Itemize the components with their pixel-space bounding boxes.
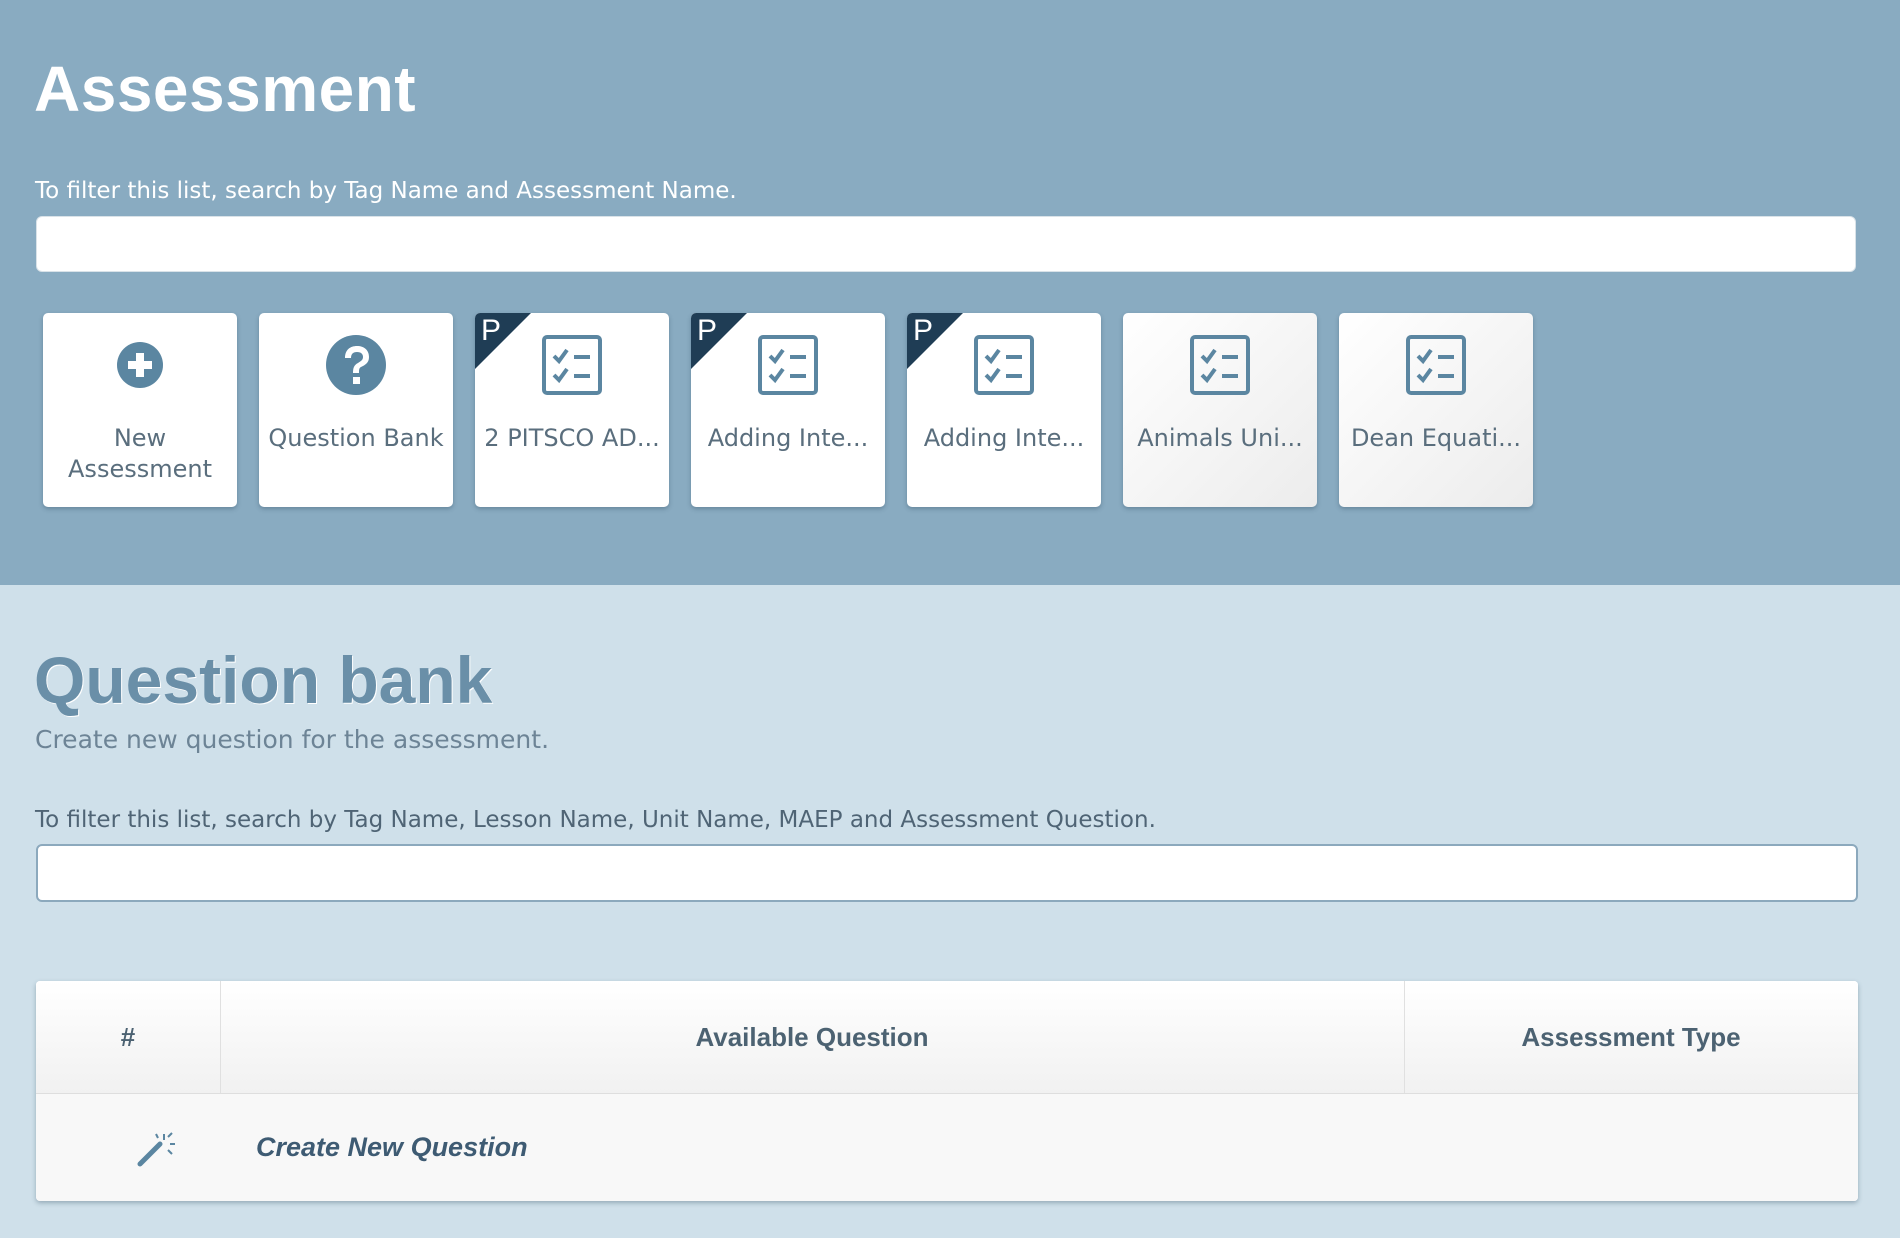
tile-label: Adding Inte...: [707, 424, 869, 452]
checklist-icon: [540, 333, 604, 397]
tile-label: Adding Inte...: [923, 424, 1085, 452]
column-header-number[interactable]: #: [36, 981, 221, 1093]
create-question-row[interactable]: Create New Question: [36, 1094, 1858, 1201]
question-bank-subtitle: Create new question for the assessment.: [35, 725, 550, 754]
column-header-assessment-type[interactable]: Assessment Type: [1404, 981, 1858, 1093]
assessment-tile[interactable]: Animals Uni...: [1123, 313, 1317, 507]
ribbon-letter: P: [697, 314, 718, 347]
question-bank-tile[interactable]: Question Bank: [259, 313, 453, 507]
ribbon-letter: P: [913, 314, 934, 347]
checklist-icon: [1188, 333, 1252, 397]
assessment-tile[interactable]: P Adding Inte...: [691, 313, 885, 507]
new-assessment-tile[interactable]: New Assessment: [43, 313, 237, 507]
assessment-title: Assessment: [34, 53, 417, 125]
tile-label: Animals Uni...: [1137, 424, 1303, 452]
question-search-input[interactable]: [36, 844, 1858, 902]
tile-label: New Assessment: [68, 424, 212, 483]
question-bank-filter-hint: To filter this list, search by Tag Name,…: [35, 807, 1156, 833]
magic-wand-icon: [134, 1128, 176, 1170]
plus-circle-icon: [108, 333, 172, 397]
published-ribbon: P: [475, 313, 531, 369]
table-header: # Available Question Assessment Type: [36, 981, 1858, 1094]
tile-label: 2 PITSCO AD...: [484, 424, 660, 452]
create-new-question-link[interactable]: Create New Question: [256, 1132, 528, 1163]
question-bank-title: Question bank: [34, 643, 493, 717]
ribbon-letter: P: [481, 314, 502, 347]
questions-table: # Available Question Assessment Type Cre…: [36, 981, 1858, 1201]
assessment-section: Assessment To filter this list, search b…: [0, 0, 1900, 585]
assessment-tile[interactable]: Dean Equati...: [1339, 313, 1533, 507]
published-ribbon: P: [691, 313, 747, 369]
tile-label: Dean Equati...: [1350, 424, 1522, 452]
checklist-icon: [972, 333, 1036, 397]
published-ribbon: P: [907, 313, 963, 369]
assessment-search-input[interactable]: [36, 216, 1856, 272]
assessment-tile[interactable]: P Adding Inte...: [907, 313, 1101, 507]
tile-label: Question Bank: [268, 424, 444, 452]
question-circle-icon: [324, 333, 388, 397]
column-header-available-question[interactable]: Available Question: [220, 981, 1405, 1093]
assessment-tile[interactable]: P 2 PITSCO AD...: [475, 313, 669, 507]
checklist-icon: [1404, 333, 1468, 397]
assessment-filter-hint: To filter this list, search by Tag Name …: [35, 178, 737, 204]
checklist-icon: [756, 333, 820, 397]
question-bank-section: Question bank Create new question for th…: [0, 585, 1900, 1238]
